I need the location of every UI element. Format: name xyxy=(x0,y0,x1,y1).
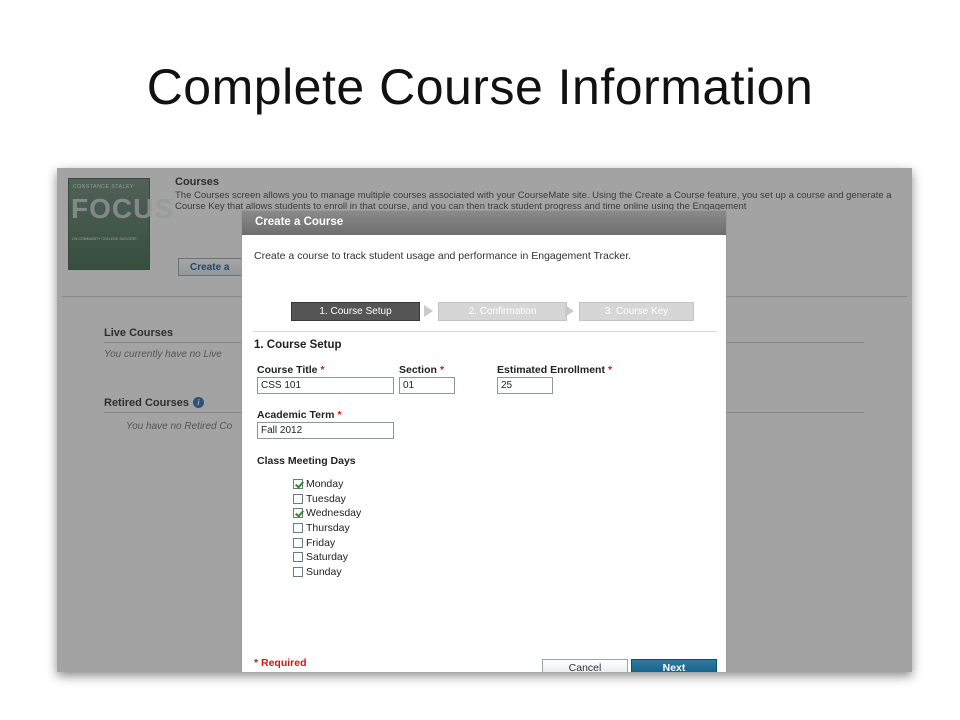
divider xyxy=(253,331,717,332)
day-label: Wednesday xyxy=(306,507,362,520)
section-label: Section * xyxy=(399,364,444,376)
create-course-dialog: Create a Course Create a course to track… xyxy=(241,210,727,672)
day-option-tuesday[interactable]: Tuesday xyxy=(293,492,361,507)
academic-term-label-text: Academic Term xyxy=(257,409,335,421)
slide-title: Complete Course Information xyxy=(146,59,814,115)
checkbox[interactable] xyxy=(293,566,303,577)
checkbox[interactable] xyxy=(293,552,303,563)
day-option-wednesday[interactable]: Wednesday xyxy=(293,506,361,521)
academic-term-input[interactable]: Fall 2012 xyxy=(257,422,394,439)
day-option-friday[interactable]: Friday xyxy=(293,535,361,550)
required-star: * xyxy=(320,364,325,376)
section-label-text: Section xyxy=(399,364,437,376)
day-label: Thursday xyxy=(306,522,350,535)
course-title-label-text: Course Title xyxy=(257,364,318,376)
day-label: Tuesday xyxy=(306,492,346,505)
academic-term-label: Academic Term * xyxy=(257,409,342,421)
section-title: 1. Course Setup xyxy=(254,339,342,351)
course-title-input[interactable]: CSS 101 xyxy=(257,377,394,394)
step-arrow-icon xyxy=(565,305,574,317)
required-star: * xyxy=(337,409,342,421)
day-label: Monday xyxy=(306,478,344,491)
day-option-monday[interactable]: Monday xyxy=(293,477,361,492)
section-input[interactable]: 01 xyxy=(399,377,455,394)
day-label: Friday xyxy=(306,536,336,549)
background-page: CONSTANCE STALEY FOCUS ON COMMUNITY COLL… xyxy=(57,168,912,672)
required-note: * Required xyxy=(254,657,307,669)
step-arrow-icon xyxy=(424,305,433,317)
dialog-title: Create a Course xyxy=(242,211,726,235)
estimated-enrollment-label: Estimated Enrollment * xyxy=(497,364,612,376)
course-title-label: Course Title * xyxy=(257,364,325,376)
screenshot-frame: CONSTANCE STALEY FOCUS ON COMMUNITY COLL… xyxy=(57,168,912,672)
next-button[interactable]: Next xyxy=(631,659,717,672)
day-option-sunday[interactable]: Sunday xyxy=(293,565,361,580)
day-option-saturday[interactable]: Saturday xyxy=(293,550,361,565)
checkbox-checked[interactable] xyxy=(293,479,303,490)
meeting-days-list: Monday Tuesday Wednesday Thursday Friday xyxy=(293,477,361,579)
required-star: * xyxy=(439,364,445,376)
meeting-days-label: Class Meeting Days xyxy=(257,455,356,467)
step-confirmation: 2. Confirmation xyxy=(438,302,567,321)
day-label: Saturday xyxy=(306,551,349,564)
estimated-enrollment-input[interactable]: 25 xyxy=(497,377,553,394)
checkbox-checked[interactable] xyxy=(293,508,303,519)
day-option-thursday[interactable]: Thursday xyxy=(293,521,361,536)
checkbox[interactable] xyxy=(293,523,303,534)
estimated-enrollment-label-text: Estimated Enrollment xyxy=(497,364,605,376)
step-course-key: 3. Course Key xyxy=(579,302,694,321)
checkbox[interactable] xyxy=(293,537,303,548)
step-course-setup: 1. Course Setup xyxy=(291,302,420,321)
checkbox[interactable] xyxy=(293,493,303,504)
cancel-button[interactable]: Cancel xyxy=(542,659,628,672)
required-star: * xyxy=(607,364,613,376)
day-label: Sunday xyxy=(306,565,342,578)
dialog-intro: Create a course to track student usage a… xyxy=(254,250,632,262)
